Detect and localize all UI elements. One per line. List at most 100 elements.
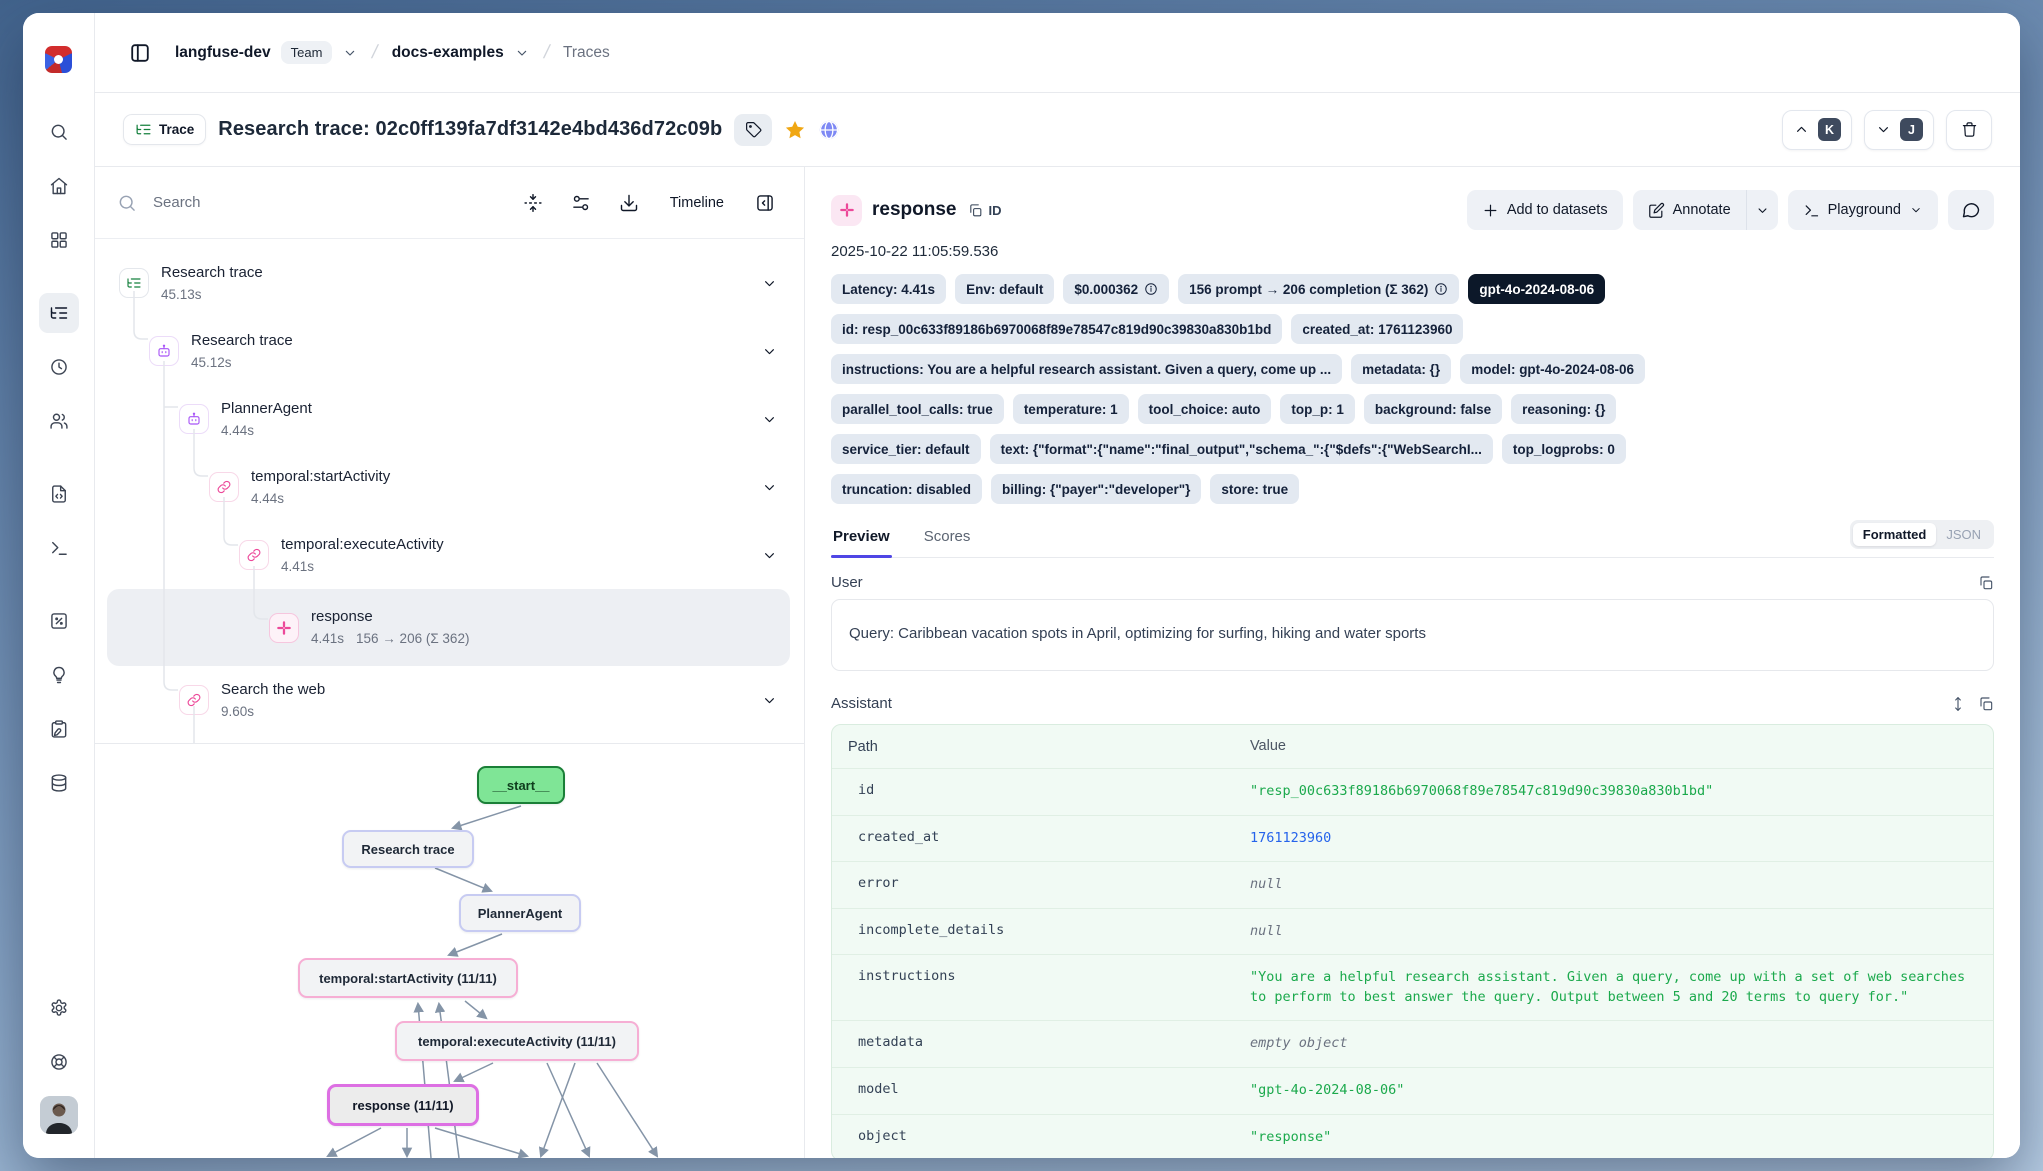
sidebar-item-annotation[interactable] bbox=[39, 709, 79, 749]
chevron-down-icon[interactable] bbox=[514, 45, 530, 61]
expand-vertical-icon[interactable] bbox=[1950, 696, 1966, 712]
graph-node-temporal-execute-activity[interactable]: temporal:executeActivity (11/11) bbox=[395, 1021, 639, 1061]
param-badge-background: background: false bbox=[1364, 394, 1502, 424]
shortcut-key-j: J bbox=[1900, 118, 1923, 141]
model-badge[interactable]: gpt-4o-2024-08-06 bbox=[1468, 274, 1605, 304]
tab-scores[interactable]: Scores bbox=[922, 528, 973, 557]
tree-settings-button[interactable] bbox=[564, 186, 598, 220]
chevron-down-icon[interactable] bbox=[761, 479, 778, 496]
param-badge-id: id: resp_00c633f89186b6970068f89e78547c8… bbox=[831, 314, 1282, 344]
avatar-image bbox=[40, 1096, 78, 1134]
app-window: langfuse-dev Team / docs-examples / Trac… bbox=[23, 13, 2020, 1158]
param-badge-parallel-tool-calls: parallel_tool_calls: true bbox=[831, 394, 1004, 424]
param-badge-model: model: gpt-4o-2024-08-06 bbox=[1460, 354, 1645, 384]
copy-id-button[interactable]: ID bbox=[968, 203, 1001, 218]
chevron-down-icon[interactable] bbox=[761, 275, 778, 292]
project-logo[interactable] bbox=[45, 46, 72, 73]
sidebar-item-support[interactable] bbox=[39, 1042, 79, 1082]
breadcrumb-project[interactable]: langfuse-dev bbox=[175, 44, 271, 62]
bookmark-star-icon[interactable] bbox=[784, 119, 806, 141]
format-toggle-json[interactable]: JSON bbox=[1936, 523, 1991, 546]
tree-item-research-trace[interactable]: Research trace 45.12s bbox=[95, 317, 804, 385]
user-message-content: Query: Caribbean vacation spots in April… bbox=[831, 599, 1994, 671]
plus-icon bbox=[1482, 202, 1499, 219]
sidebar-item-evals[interactable] bbox=[39, 601, 79, 641]
clipboard-pen-icon bbox=[49, 719, 69, 739]
collapse-all-button[interactable] bbox=[516, 186, 550, 220]
table-row: created_at 1761123960 bbox=[832, 816, 1993, 863]
comments-button[interactable] bbox=[1948, 190, 1994, 230]
observation-detail-panel: response ID Add to datasets Annotate bbox=[805, 167, 2020, 1158]
link-icon bbox=[239, 540, 269, 570]
tree-item-temporal-execute-activity[interactable]: temporal:executeActivity 4.41s bbox=[95, 521, 804, 589]
panel-left-toggle[interactable] bbox=[123, 36, 157, 70]
chevron-down-icon[interactable] bbox=[761, 343, 778, 360]
breadcrumb-environment[interactable]: docs-examples bbox=[392, 44, 504, 62]
tab-preview[interactable]: Preview bbox=[831, 528, 892, 557]
tree-item-temporal-start-activity[interactable]: temporal:startActivity 4.44s bbox=[95, 453, 804, 521]
sidebar-item-insights[interactable] bbox=[39, 655, 79, 695]
clock-icon bbox=[49, 357, 69, 377]
shortcut-key-k: K bbox=[1818, 118, 1841, 141]
delete-trace-button[interactable] bbox=[1946, 110, 1992, 150]
graph-node-start[interactable]: __start__ bbox=[477, 766, 565, 804]
tree-item-planner-agent[interactable]: PlannerAgent 4.44s bbox=[95, 385, 804, 453]
file-code-icon bbox=[49, 484, 69, 504]
next-trace-button[interactable]: J bbox=[1864, 110, 1934, 150]
sidebar-item-search[interactable] bbox=[39, 112, 79, 152]
timeline-toggle[interactable]: Timeline bbox=[660, 189, 734, 217]
user-avatar[interactable] bbox=[40, 1096, 78, 1134]
sidebar-item-sessions[interactable] bbox=[39, 347, 79, 387]
sidebar-item-home[interactable] bbox=[39, 166, 79, 206]
chevron-down-icon bbox=[1755, 203, 1770, 218]
format-toggle-formatted[interactable]: Formatted bbox=[1853, 523, 1937, 546]
chevron-down-icon[interactable] bbox=[761, 411, 778, 428]
public-globe-icon[interactable] bbox=[818, 119, 840, 141]
sidebar-item-datasets[interactable] bbox=[39, 763, 79, 803]
annotate-menu-button[interactable] bbox=[1746, 190, 1778, 230]
tree-item-trace-root[interactable]: Research trace 45.13s bbox=[95, 249, 804, 317]
sidebar-item-playground[interactable] bbox=[39, 528, 79, 568]
chevron-down-icon[interactable] bbox=[342, 45, 358, 61]
tree-item-label: PlannerAgent bbox=[221, 399, 761, 419]
graph-node-planner-agent[interactable]: PlannerAgent bbox=[459, 894, 581, 932]
graph-node-research-trace[interactable]: Research trace bbox=[342, 830, 474, 868]
tree-item-search-the-web[interactable]: Search the web 9.60s bbox=[95, 666, 804, 734]
graph-node-response[interactable]: response (11/11) bbox=[327, 1084, 479, 1126]
chevron-down-icon[interactable] bbox=[761, 547, 778, 564]
annotate-button[interactable]: Annotate bbox=[1633, 190, 1746, 230]
download-button[interactable] bbox=[612, 186, 646, 220]
collapse-panel-button[interactable] bbox=[748, 186, 782, 220]
graph-node-temporal-start-activity[interactable]: temporal:startActivity (11/11) bbox=[298, 958, 518, 998]
prev-trace-button[interactable]: K bbox=[1782, 110, 1852, 150]
copy-icon[interactable] bbox=[1978, 575, 1994, 591]
project-plan-badge: Team bbox=[281, 41, 333, 64]
sidebar-item-tracing[interactable] bbox=[39, 293, 79, 333]
sidebar-item-prompts[interactable] bbox=[39, 474, 79, 514]
sidebar-item-dashboards[interactable] bbox=[39, 220, 79, 260]
param-badge-temperature: temperature: 1 bbox=[1013, 394, 1129, 424]
search-input[interactable] bbox=[151, 193, 502, 212]
list-tree-icon bbox=[119, 268, 149, 298]
info-icon bbox=[1434, 282, 1448, 296]
cost-badge: $0.000362 bbox=[1063, 274, 1169, 304]
tree-item-duration: 4.44s bbox=[251, 489, 761, 508]
param-badge-reasoning: reasoning: {} bbox=[1511, 394, 1616, 424]
breadcrumb-page[interactable]: Traces bbox=[563, 44, 610, 62]
sidebar-item-users[interactable] bbox=[39, 401, 79, 441]
playground-button[interactable]: Playground bbox=[1788, 190, 1938, 230]
sidebar-item-settings[interactable] bbox=[39, 988, 79, 1028]
add-to-datasets-button[interactable]: Add to datasets bbox=[1467, 190, 1623, 230]
tags-button[interactable] bbox=[734, 114, 772, 146]
tree-item-duration: 9.60s bbox=[221, 702, 761, 721]
chevron-down-icon[interactable] bbox=[761, 692, 778, 709]
pen-square-icon bbox=[1648, 202, 1665, 219]
copy-icon[interactable] bbox=[1978, 696, 1994, 712]
tree-item-label: Research trace bbox=[191, 331, 761, 351]
generation-sparkle-icon bbox=[831, 195, 862, 226]
tree-item-label: temporal:executeActivity bbox=[281, 535, 761, 555]
message-bubble-icon bbox=[1961, 200, 1981, 220]
tree-item-response-selected[interactable]: response 4.41s156 → 206 (Σ 362) bbox=[107, 589, 790, 666]
tree-item-tokens: 156 → 206 (Σ 362) bbox=[356, 631, 469, 646]
tree-item-label: response bbox=[311, 607, 776, 627]
